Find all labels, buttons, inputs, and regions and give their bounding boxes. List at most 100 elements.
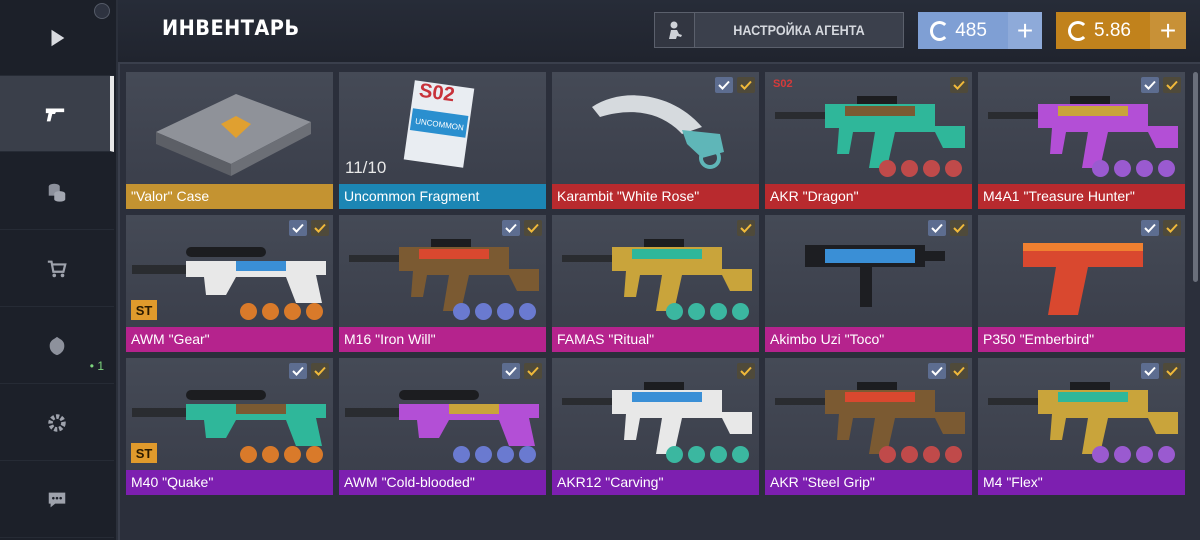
inventory-item-card[interactable]: M4 "Flex" bbox=[978, 358, 1185, 495]
add-silver-button[interactable]: + bbox=[1008, 12, 1042, 49]
sticker-icon bbox=[306, 446, 323, 463]
agent-settings-button[interactable]: НАСТРОЙКА АГЕНТА bbox=[654, 12, 904, 48]
equipped-check-icon bbox=[502, 363, 520, 379]
owned-check-icon bbox=[1163, 363, 1181, 379]
sidebar-item-play[interactable] bbox=[0, 0, 114, 76]
sticker-row bbox=[453, 303, 536, 320]
sticker-icon bbox=[945, 160, 962, 177]
sticker-icon bbox=[710, 446, 727, 463]
inventory-item-card[interactable]: M4A1 "Treasure Hunter" bbox=[978, 72, 1185, 209]
item-name: Akimbo Uzi "Toco" bbox=[765, 327, 972, 352]
season-tag: S02 bbox=[773, 78, 793, 90]
stattrack-badge: ST bbox=[131, 443, 157, 463]
gear-icon bbox=[48, 413, 66, 432]
sidebar-item-currency[interactable] bbox=[0, 154, 114, 230]
coins-icon bbox=[48, 183, 66, 202]
sticker-icon bbox=[306, 303, 323, 320]
agent-settings-label: НАСТРОЙКА АГЕНТА bbox=[733, 22, 865, 38]
sticker-row bbox=[666, 446, 749, 463]
sticker-icon bbox=[284, 303, 301, 320]
item-status-checks bbox=[928, 220, 968, 236]
item-name: AKR "Dragon" bbox=[765, 184, 972, 209]
equipped-check-icon bbox=[1141, 220, 1159, 236]
sidebar-item-chat[interactable] bbox=[0, 462, 114, 538]
sticker-row bbox=[879, 160, 962, 177]
fragment-card-code: S02 bbox=[417, 79, 457, 107]
sticker-icon bbox=[666, 303, 683, 320]
item-name: Uncommon Fragment bbox=[339, 184, 546, 209]
sticker-row bbox=[666, 303, 749, 320]
silver-currency: 485 + bbox=[918, 12, 1042, 49]
owned-check-icon bbox=[311, 220, 329, 236]
owned-check-icon bbox=[950, 77, 968, 93]
agent-icon bbox=[655, 13, 695, 47]
owned-check-icon bbox=[1163, 77, 1181, 93]
item-name: P350 "Emberbird" bbox=[978, 327, 1185, 352]
sticker-row bbox=[1092, 160, 1175, 177]
inventory-item-card[interactable]: ST M40 "Quake" bbox=[126, 358, 333, 495]
item-name: FAMAS "Ritual" bbox=[552, 327, 759, 352]
sticker-icon bbox=[1092, 446, 1109, 463]
sticker-row bbox=[879, 446, 962, 463]
add-gold-button[interactable]: + bbox=[1150, 12, 1186, 49]
owned-check-icon bbox=[737, 220, 755, 236]
equipped-check-icon bbox=[289, 363, 307, 379]
sticker-icon bbox=[497, 446, 514, 463]
sticker-icon bbox=[923, 446, 940, 463]
inventory-item-card[interactable]: "Valor" Case bbox=[126, 72, 333, 209]
play-icon bbox=[51, 29, 65, 46]
inventory-item-card[interactable]: ST AWM "Gear" bbox=[126, 215, 333, 352]
sidebar-item-inventory[interactable] bbox=[0, 76, 114, 152]
item-name: AWM "Gear" bbox=[126, 327, 333, 352]
item-status-checks bbox=[289, 220, 329, 236]
inventory-item-card[interactable]: P350 "Emberbird" bbox=[978, 215, 1185, 352]
equipped-check-icon bbox=[1141, 77, 1159, 93]
sidebar-item-settings[interactable] bbox=[0, 385, 114, 461]
sticker-icon bbox=[879, 160, 896, 177]
item-name: AKR12 "Carving" bbox=[552, 470, 759, 495]
sticker-icon bbox=[1158, 446, 1175, 463]
sticker-row bbox=[1092, 446, 1175, 463]
inventory-item-card[interactable]: AKR12 "Carving" bbox=[552, 358, 759, 495]
item-name: M4 "Flex" bbox=[978, 470, 1185, 495]
inventory-item-card[interactable]: AKR "Steel Grip" bbox=[765, 358, 972, 495]
chat-icon bbox=[48, 492, 66, 507]
item-status-checks bbox=[289, 363, 329, 379]
inventory-item-card[interactable]: M16 "Iron Will" bbox=[339, 215, 546, 352]
item-status-checks bbox=[928, 363, 968, 379]
item-name: AKR "Steel Grip" bbox=[765, 470, 972, 495]
fragment-count: 11/10 bbox=[345, 158, 387, 177]
sticker-icon bbox=[519, 446, 536, 463]
sticker-icon bbox=[1114, 160, 1131, 177]
sticker-icon bbox=[688, 446, 705, 463]
sticker-icon bbox=[732, 303, 749, 320]
item-status-checks bbox=[1141, 77, 1181, 93]
clan-count: • 1 bbox=[89, 359, 104, 373]
scrollbar[interactable] bbox=[1193, 72, 1198, 282]
sticker-icon bbox=[262, 446, 279, 463]
gold-currency: 5.86 + bbox=[1056, 12, 1186, 49]
equipped-check-icon bbox=[1141, 363, 1159, 379]
inventory-item-card[interactable]: S02 AKR "Dragon" bbox=[765, 72, 972, 209]
silver-coin-icon bbox=[930, 20, 950, 41]
inventory-item-card[interactable]: Karambit "White Rose" bbox=[552, 72, 759, 209]
item-status-checks bbox=[502, 220, 542, 236]
inventory-item-card[interactable]: S02 UNCOMMON 11/10 Uncommon Fragment bbox=[339, 72, 546, 209]
inventory-item-card[interactable]: Akimbo Uzi "Toco" bbox=[765, 215, 972, 352]
item-status-checks bbox=[502, 363, 542, 379]
sidebar-item-shop[interactable] bbox=[0, 231, 114, 307]
sidebar-item-clan[interactable]: • 1 bbox=[0, 308, 114, 384]
inventory-item-card[interactable]: AWM "Cold-blooded" bbox=[339, 358, 546, 495]
sticker-icon bbox=[1158, 160, 1175, 177]
item-name: M4A1 "Treasure Hunter" bbox=[978, 184, 1185, 209]
item-status-checks bbox=[737, 220, 755, 236]
sticker-icon bbox=[732, 446, 749, 463]
equipped-check-icon bbox=[928, 220, 946, 236]
owned-check-icon bbox=[524, 220, 542, 236]
inventory-item-card[interactable]: FAMAS "Ritual" bbox=[552, 215, 759, 352]
sticker-icon bbox=[666, 446, 683, 463]
sticker-icon bbox=[240, 446, 257, 463]
item-status-checks bbox=[737, 363, 755, 379]
sticker-icon bbox=[1136, 446, 1153, 463]
sticker-icon bbox=[710, 303, 727, 320]
